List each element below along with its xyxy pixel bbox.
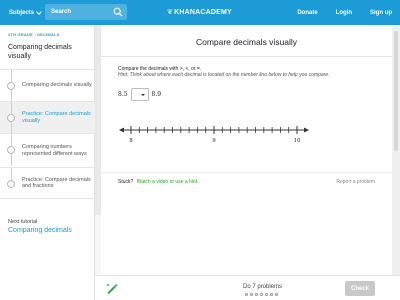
step-label: Practice: Compare decimals and fractions xyxy=(22,176,91,190)
progress-dot xyxy=(250,293,253,296)
question-hint: Hint: Think about where each decimal is … xyxy=(118,72,330,78)
tutorial-steps: Comparing decimals visually Practice: Co… xyxy=(0,69,95,199)
chevron-down-icon xyxy=(36,8,42,15)
report-problem-link[interactable]: Report a problem xyxy=(336,179,375,185)
tutorial-title: Comparing decimals visually xyxy=(8,44,72,60)
tutorial-sidebar: 4TH GRADE › DECIMALS Comparing decimals … xyxy=(0,25,95,300)
search-input[interactable]: Search xyxy=(45,4,127,20)
progress-dot xyxy=(255,293,258,296)
step-item-video[interactable]: Comparing decimals visually xyxy=(0,69,95,102)
step-circle-icon xyxy=(7,180,15,188)
logo-text: KHANACADEMY xyxy=(174,9,232,16)
problem-goal-label: Do 7 problems xyxy=(243,284,283,290)
comparison-select[interactable] xyxy=(130,88,149,101)
progress-dot xyxy=(245,293,248,296)
right-arrow-icon xyxy=(304,127,309,133)
top-nav: Subjects Search ❦KHANACADEMY Donate Logi… xyxy=(0,0,400,25)
step-circle-icon xyxy=(7,146,15,154)
subjects-label: Subjects xyxy=(9,9,35,16)
left-arrow-icon xyxy=(119,127,124,133)
next-tutorial: Next tutorial Comparing decimals xyxy=(8,219,72,234)
step-circle-icon xyxy=(7,82,15,90)
title-divider xyxy=(101,56,392,57)
tick-label: 8 xyxy=(129,138,133,144)
leaf-icon: ❦ xyxy=(167,9,174,16)
stuck-label: Stuck? xyxy=(118,179,134,185)
exercise-footer: Do 7 problems Check xyxy=(95,275,400,300)
progress-dot xyxy=(265,293,268,296)
hint-video-link[interactable]: Watch a video or use a hint. xyxy=(137,179,199,185)
answer-divider xyxy=(101,172,392,173)
stuck-row: Stuck? Watch a video or use a hint. xyxy=(118,179,198,185)
comparison-row: 8.5 8.9 xyxy=(118,88,161,101)
step-label: Comparing decimals visually xyxy=(22,82,92,89)
number-line: 8 9 10 xyxy=(119,126,309,144)
right-decimal: 8.9 xyxy=(151,91,162,98)
progress-dot xyxy=(270,293,273,296)
step-label: Comparing numbers represented different … xyxy=(22,144,87,157)
tick-label: 10 xyxy=(294,138,301,144)
dropdown-arrow-icon xyxy=(140,94,145,96)
exercise-title: Compare decimals visually xyxy=(195,37,298,47)
next-tutorial-label: Next tutorial xyxy=(8,219,38,225)
left-decimal: 8.5 xyxy=(118,91,128,98)
step-item-practice-2[interactable]: Practice: Compare decimals and fractions xyxy=(0,167,95,199)
exercise-panel: Compare decimals visually Compare the de… xyxy=(101,25,392,275)
breadcrumb[interactable]: 4TH GRADE › DECIMALS xyxy=(8,32,60,37)
progress-dot xyxy=(260,293,263,296)
subjects-menu[interactable]: Subjects xyxy=(9,8,42,16)
login-link[interactable]: Login xyxy=(336,10,352,16)
scratchpad-pencil-icon[interactable] xyxy=(105,281,119,295)
tick-label: 9 xyxy=(212,138,216,144)
next-tutorial-link[interactable]: Comparing decimals xyxy=(8,227,72,234)
search-icon[interactable] xyxy=(113,7,123,17)
donate-link[interactable]: Donate xyxy=(297,10,317,16)
search-placeholder: Search xyxy=(51,9,72,15)
progress-dots xyxy=(245,293,278,296)
step-item-practice-active[interactable]: Practice: Compare decimals visually xyxy=(0,101,95,134)
account-links: Donate Login Sign up xyxy=(297,0,392,25)
step-circle-icon xyxy=(7,114,15,122)
signup-link[interactable]: Sign up xyxy=(370,10,392,16)
check-button[interactable]: Check xyxy=(345,281,375,296)
step-label: Practice: Compare decimals visually xyxy=(22,111,91,124)
khan-academy-logo[interactable]: ❦KHANACADEMY xyxy=(167,8,232,16)
scrollbar-thumb[interactable] xyxy=(394,31,398,151)
step-item-video-2[interactable]: Comparing numbers represented different … xyxy=(0,133,95,167)
progress-dot xyxy=(275,293,278,296)
main-scrollbar[interactable] xyxy=(392,25,400,275)
